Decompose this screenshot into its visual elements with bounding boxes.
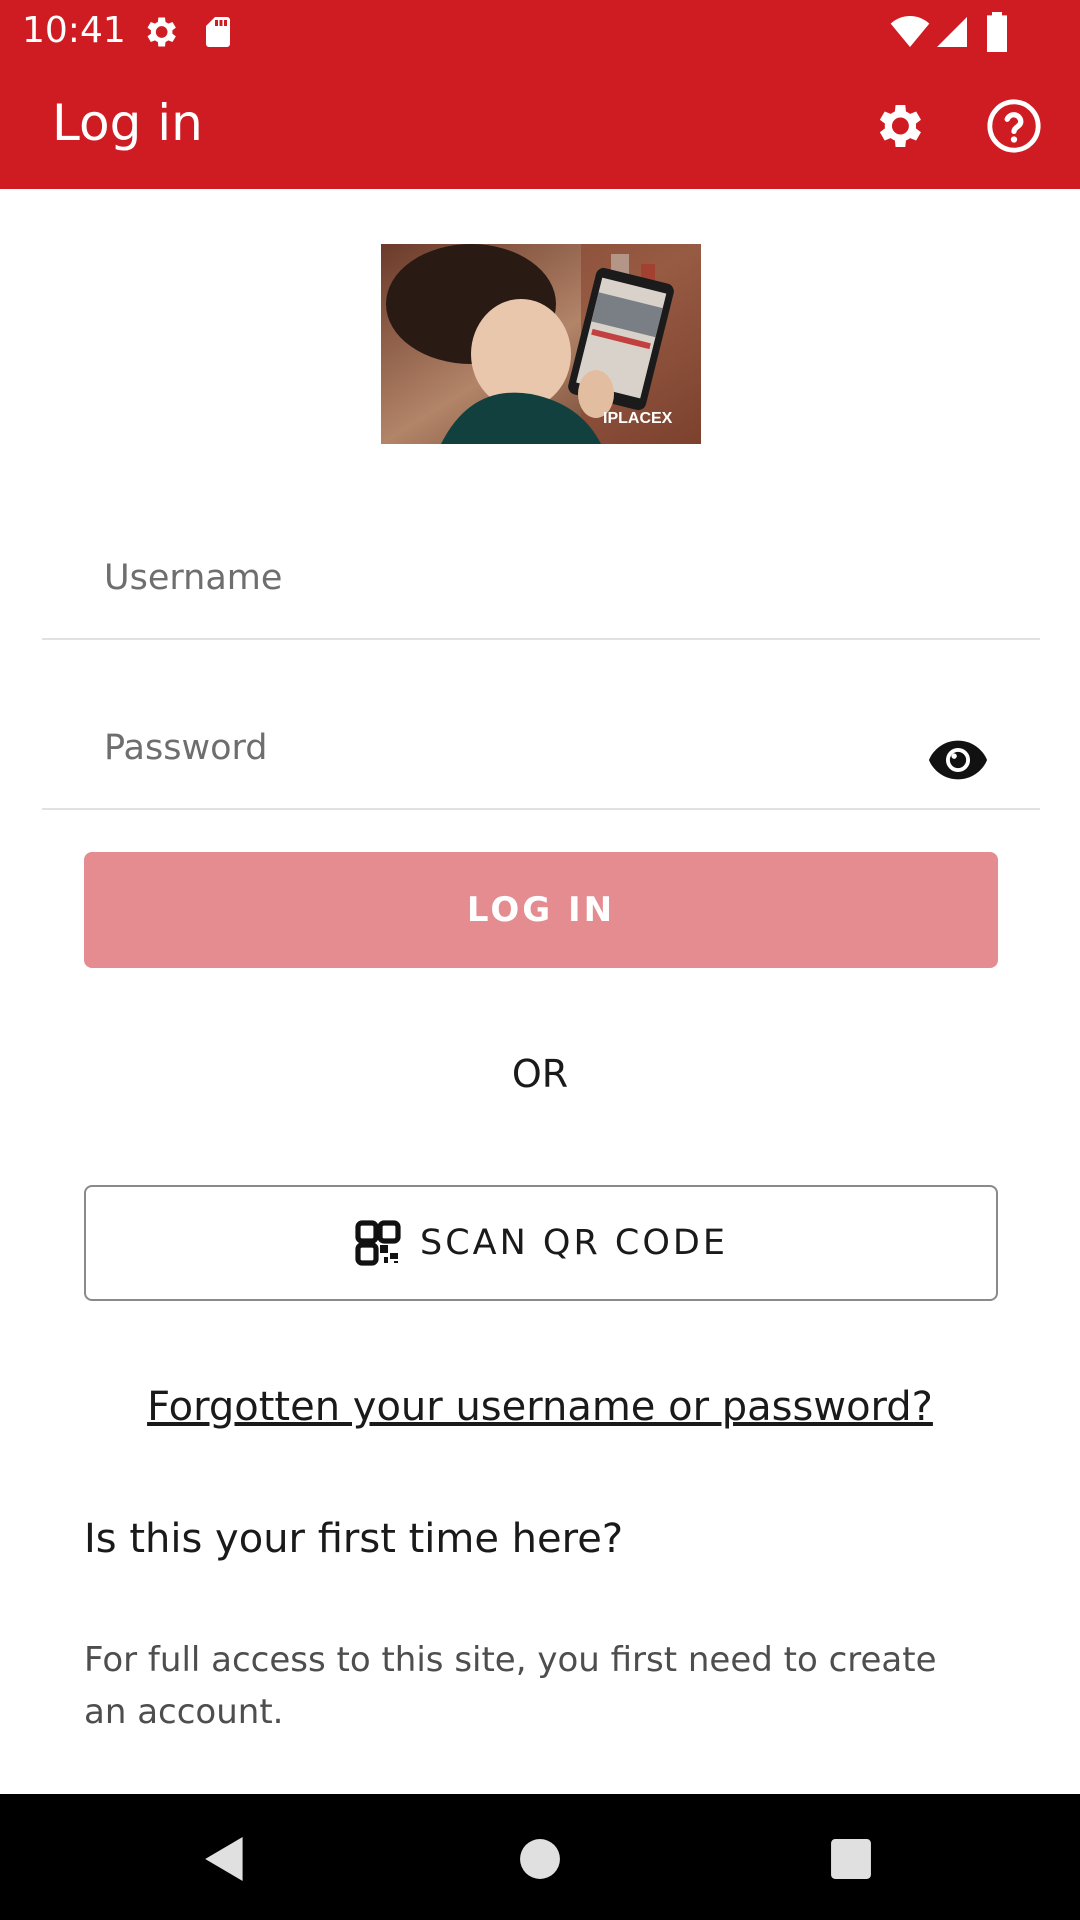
username-field — [42, 518, 1040, 640]
status-time: 10:41 — [22, 10, 126, 51]
eye-icon[interactable] — [926, 728, 990, 792]
iplacex-watermark: IPLACEX — [603, 410, 673, 427]
scan-qr-button[interactable]: SCAN QR CODE — [84, 1185, 998, 1301]
recents-icon[interactable] — [816, 1824, 886, 1894]
password-field — [42, 688, 1040, 810]
page-title: Log in — [52, 94, 203, 152]
qr-code-icon — [354, 1219, 402, 1267]
home-icon[interactable] — [505, 1824, 575, 1894]
help-icon[interactable] — [982, 94, 1046, 158]
status-bar: 10:41 — [0, 0, 1080, 64]
site-logo-image: IPLACEX — [381, 244, 701, 444]
wifi-icon — [888, 12, 932, 57]
username-input[interactable] — [104, 518, 904, 638]
signup-heading: Is this your first time here? — [84, 1516, 624, 1562]
signal-icon — [934, 12, 970, 57]
scan-qr-label: SCAN QR CODE — [420, 1223, 728, 1263]
battery-icon — [984, 12, 1010, 57]
settings-icon[interactable] — [866, 94, 930, 158]
settings-icon — [140, 12, 180, 57]
signup-text: For full access to this site, you first … — [84, 1640, 937, 1732]
password-input[interactable] — [104, 688, 904, 808]
back-icon[interactable] — [190, 1824, 260, 1894]
app-bar: Log in — [0, 64, 1080, 189]
login-button[interactable]: LOG IN — [84, 852, 998, 968]
system-nav-bar — [0, 1794, 1080, 1920]
forgot-credentials-link[interactable]: Forgotten your username or password? — [0, 1384, 1080, 1430]
sd-card-icon — [200, 12, 236, 57]
or-divider: OR — [511, 1052, 569, 1096]
login-button-label: LOG IN — [466, 890, 616, 930]
